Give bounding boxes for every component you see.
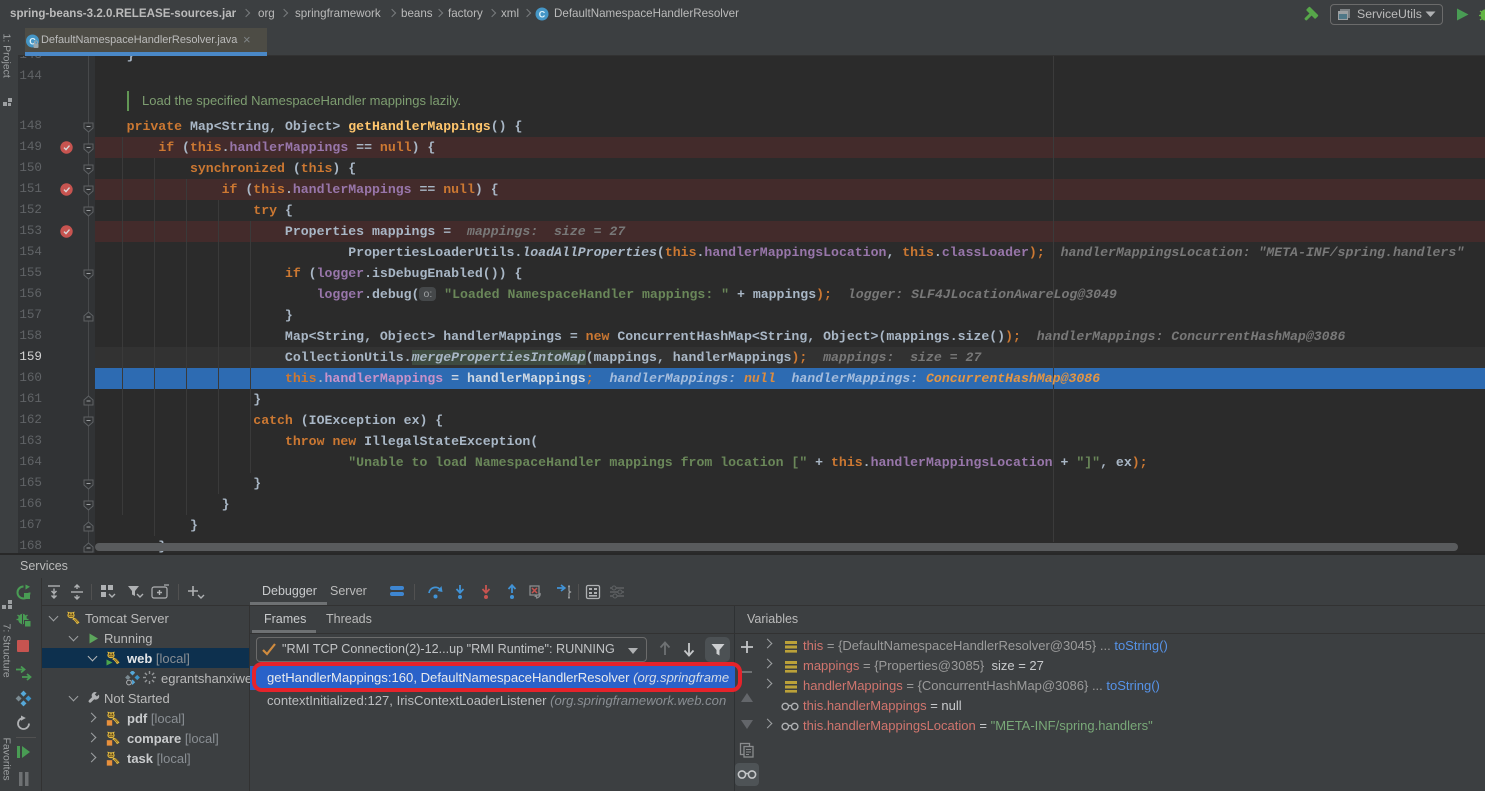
svg-text:C: C <box>539 10 546 20</box>
